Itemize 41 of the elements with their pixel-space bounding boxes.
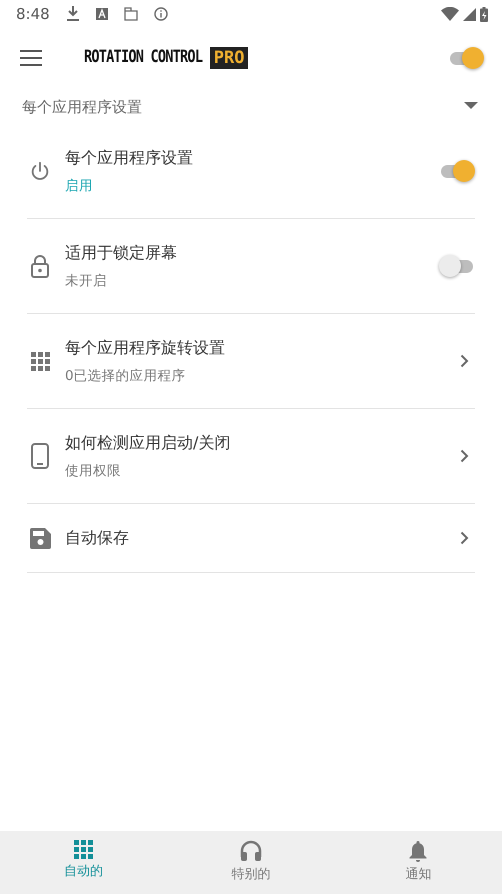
logo-badge: PRO [210,47,248,69]
settings-row[interactable]: 每个应用程序旋转设置 0已选择的应用程序 [27,314,475,409]
app-icon [96,8,108,20]
grid-icon [30,352,50,370]
phone-icon [31,443,49,469]
settings-row[interactable]: 每个应用程序设置 启用 [27,124,475,219]
settings-row[interactable]: 适用于锁定屏幕 未开启 [27,219,475,314]
row-title: 自动保存 [65,527,129,549]
signal-icon [463,8,476,20]
notification-bell-icon [408,840,428,862]
toggle-switch[interactable] [448,46,484,70]
headphones-icon [240,840,262,862]
wifi-icon [441,7,459,21]
row-subtitle: 使用权限 [65,462,122,481]
row-title: 如何检测应用启动/关闭 [65,432,230,454]
row-title: 每个应用程序旋转设置 [65,336,225,359]
nav-tab[interactable]: 通知 [334,831,502,894]
document-icon [124,7,138,21]
power-icon [29,160,51,182]
row-subtitle: 启用 [65,176,94,196]
download-icon [66,6,80,22]
row-subtitle: 未开启 [65,272,108,291]
lock-icon [30,254,50,278]
settings-row[interactable]: 如何检测应用启动/关闭 使用权限 [27,409,475,504]
nav-tab[interactable]: 特别的 [167,831,335,894]
menu-icon[interactable] [20,50,42,66]
chevron-right-icon [460,531,469,545]
chevron-right-icon [460,354,469,368]
grid-icon [74,840,94,859]
info-icon [154,7,168,21]
row-title: 每个应用程序设置 [65,146,193,169]
battery-icon [480,6,488,22]
toggle-switch[interactable] [439,254,475,278]
toggle-switch[interactable] [439,159,475,183]
settings-row[interactable]: 自动保存 [27,504,475,573]
row-title: 适用于锁定屏幕 [65,242,177,264]
section-header[interactable]: 每个应用程序设置 [0,88,502,124]
chevron-right-icon [460,449,469,463]
row-subtitle: 0已选择的应用程序 [65,366,187,386]
logo-text: ROTATION CONTROL [84,46,202,70]
status-time: 8:48 [16,4,50,25]
